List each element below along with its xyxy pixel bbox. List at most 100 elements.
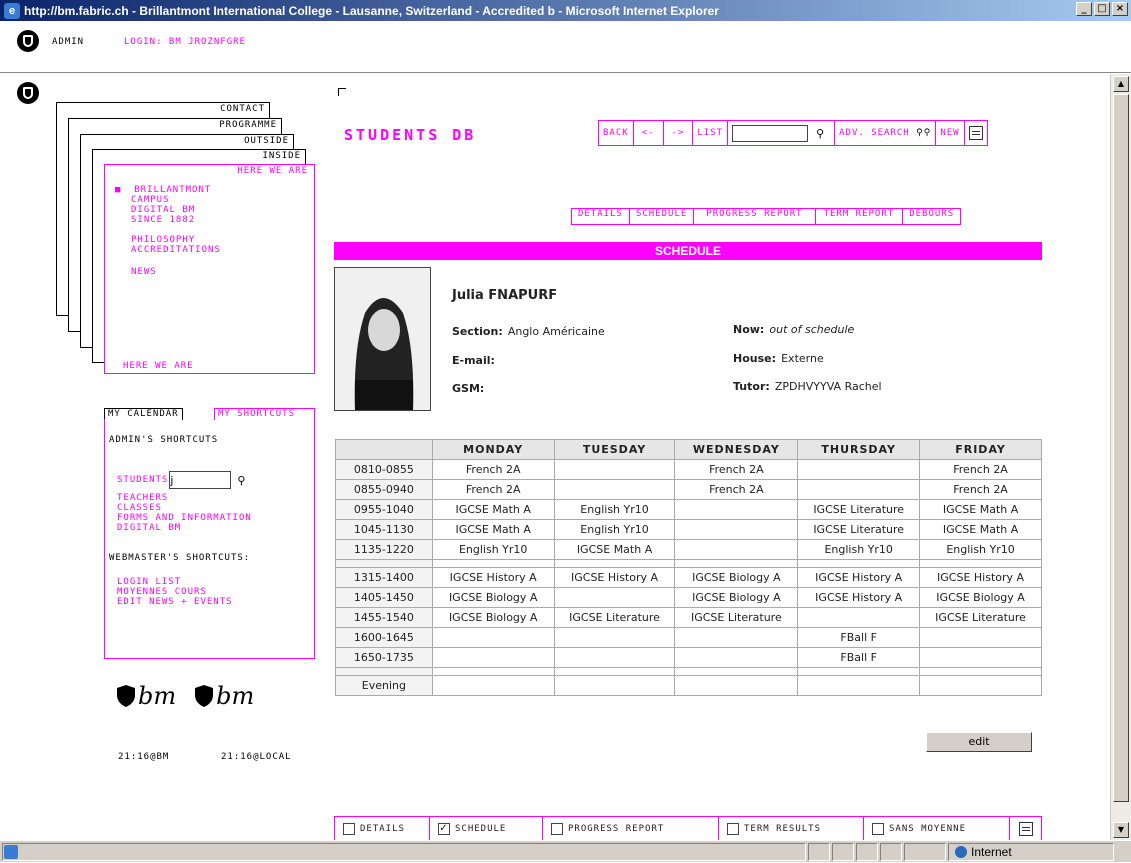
search-icon[interactable]: ⚲: [237, 474, 245, 487]
schedule-cell[interactable]: [919, 675, 1042, 696]
schedule-cell[interactable]: [553, 675, 676, 696]
menu-item-accreditations[interactable]: ACCREDITATIONS: [115, 245, 221, 255]
schedule-cell[interactable]: [674, 499, 799, 520]
edit-button[interactable]: edit: [926, 732, 1032, 752]
schedule-cell[interactable]: English Yr10: [919, 539, 1042, 560]
back-button[interactable]: BACK: [599, 121, 634, 145]
option-sans-moyenne[interactable]: SANS MOYENNE: [864, 817, 1010, 840]
option-term-results[interactable]: TERM RESULTS: [719, 817, 864, 840]
schedule-cell[interactable]: [797, 667, 921, 676]
schedule-cell[interactable]: IGCSE Math A: [553, 539, 676, 560]
panel-footer-link[interactable]: HERE WE ARE: [123, 361, 194, 371]
schedule-cell[interactable]: IGCSE Biology A: [431, 587, 555, 608]
menu-item-news[interactable]: NEWS: [115, 267, 221, 277]
schedule-cell[interactable]: IGCSE Math A: [431, 519, 555, 540]
schedule-cell[interactable]: French 2A: [919, 479, 1042, 500]
schedule-cell[interactable]: IGCSE Literature: [797, 519, 921, 540]
students-label[interactable]: STUDENTS: [117, 475, 168, 485]
schedule-cell[interactable]: [553, 667, 676, 676]
checkbox[interactable]: [727, 822, 739, 835]
schedule-cell[interactable]: IGCSE Biology A: [674, 567, 799, 588]
schedule-cell[interactable]: [797, 459, 921, 480]
schedule-cell[interactable]: French 2A: [674, 459, 799, 480]
tab-progress-report[interactable]: PROGRESS REPORT: [693, 208, 816, 225]
checkbox[interactable]: [872, 822, 884, 835]
schedule-cell[interactable]: IGCSE History A: [797, 567, 921, 588]
link-teachers[interactable]: TEACHERS: [117, 493, 252, 503]
schedule-cell[interactable]: French 2A: [431, 479, 555, 500]
schedule-cell[interactable]: [553, 587, 676, 608]
schedule-cell[interactable]: [919, 559, 1042, 568]
schedule-cell[interactable]: IGCSE Biology A: [674, 587, 799, 608]
new-button[interactable]: NEW: [936, 121, 965, 145]
login-label[interactable]: LOGIN: BM JROZNFGRE: [124, 37, 246, 47]
schedule-cell[interactable]: [919, 667, 1042, 676]
schedule-cell[interactable]: [431, 559, 555, 568]
schedule-cell[interactable]: [674, 667, 799, 676]
schedule-cell[interactable]: [674, 519, 799, 540]
schedule-cell[interactable]: IGCSE Biology A: [431, 607, 555, 628]
schedule-cell[interactable]: IGCSE History A: [919, 567, 1042, 588]
schedule-cell[interactable]: IGCSE Math A: [431, 499, 555, 520]
tab-debours[interactable]: DEBOURS: [902, 208, 962, 225]
schedule-cell[interactable]: [431, 627, 555, 648]
schedule-cell[interactable]: [674, 627, 799, 648]
close-button[interactable]: ×: [1112, 2, 1128, 16]
link-moyennes[interactable]: MOYENNES COURS: [117, 587, 233, 597]
schedule-cell[interactable]: FBall F: [797, 647, 921, 668]
scroll-down-icon[interactable]: ▼: [1113, 822, 1129, 838]
link-edit-news[interactable]: EDIT NEWS + EVENTS: [117, 597, 233, 607]
schedule-cell[interactable]: French 2A: [431, 459, 555, 480]
schedule-cell[interactable]: [674, 647, 799, 668]
schedule-cell[interactable]: [674, 675, 799, 696]
schedule-cell[interactable]: [674, 559, 799, 568]
list-button[interactable]: LIST: [693, 121, 729, 145]
print-icon[interactable]: [968, 126, 983, 140]
tab-term-report[interactable]: TERM REPORT: [814, 208, 904, 225]
link-classes[interactable]: CLASSES: [117, 503, 252, 513]
vertical-scrollbar[interactable]: ▲ ▼: [1110, 74, 1131, 840]
schedule-cell[interactable]: IGCSE Literature: [674, 607, 799, 628]
option-details[interactable]: DETAILS: [335, 817, 430, 840]
schedule-cell[interactable]: French 2A: [919, 459, 1042, 480]
schedule-cell[interactable]: English Yr10: [553, 519, 676, 540]
menu-item-digital-bm[interactable]: DIGITAL BM: [115, 205, 221, 215]
menu-item-philosophy[interactable]: PHILOSOPHY: [115, 235, 221, 245]
schedule-cell[interactable]: [919, 647, 1042, 668]
schedule-cell[interactable]: French 2A: [674, 479, 799, 500]
schedule-cell[interactable]: [553, 559, 676, 568]
schedule-cell[interactable]: IGCSE History A: [553, 567, 676, 588]
minimize-button[interactable]: _: [1076, 2, 1092, 16]
schedule-cell[interactable]: English Yr10: [553, 499, 676, 520]
schedule-cell[interactable]: [674, 539, 799, 560]
print-icon[interactable]: [1018, 821, 1033, 836]
link-digital-bm[interactable]: DIGITAL BM: [117, 523, 252, 533]
adv-search-button[interactable]: ADV. SEARCH ⚲⚲: [835, 121, 937, 145]
schedule-cell[interactable]: IGCSE Literature: [919, 607, 1042, 628]
scroll-up-icon[interactable]: ▲: [1113, 76, 1129, 92]
search-input[interactable]: [732, 124, 809, 142]
students-search-input[interactable]: [169, 471, 232, 489]
schedule-cell[interactable]: [797, 675, 921, 696]
option-schedule[interactable]: ✓ SCHEDULE: [430, 817, 543, 840]
schedule-cell[interactable]: IGCSE Biology A: [919, 587, 1042, 608]
schedule-cell[interactable]: [553, 479, 676, 500]
schedule-cell[interactable]: [797, 479, 921, 500]
menu-item-brillantmont[interactable]: ■ BRILLANTMONT: [115, 185, 221, 195]
menu-item-since[interactable]: SINCE 1882: [115, 215, 221, 225]
schedule-cell[interactable]: IGCSE History A: [431, 567, 555, 588]
checkbox[interactable]: ✓: [438, 822, 450, 835]
link-login-list[interactable]: LOGIN LIST: [117, 577, 233, 587]
tab-details[interactable]: DETAILS: [571, 208, 630, 225]
tab-schedule[interactable]: SCHEDULE: [628, 208, 695, 225]
schedule-cell[interactable]: IGCSE Math A: [919, 499, 1042, 520]
menu-item-campus[interactable]: CAMPUS: [115, 195, 221, 205]
schedule-cell[interactable]: [919, 627, 1042, 648]
schedule-cell[interactable]: IGCSE Math A: [919, 519, 1042, 540]
schedule-cell[interactable]: IGCSE Literature: [797, 499, 921, 520]
prev-button[interactable]: <-: [634, 121, 664, 145]
search-icon[interactable]: ⚲: [816, 127, 824, 140]
scroll-thumb[interactable]: [1113, 94, 1129, 802]
next-button[interactable]: ->: [664, 121, 694, 145]
link-forms[interactable]: FORMS AND INFORMATION: [117, 513, 252, 523]
